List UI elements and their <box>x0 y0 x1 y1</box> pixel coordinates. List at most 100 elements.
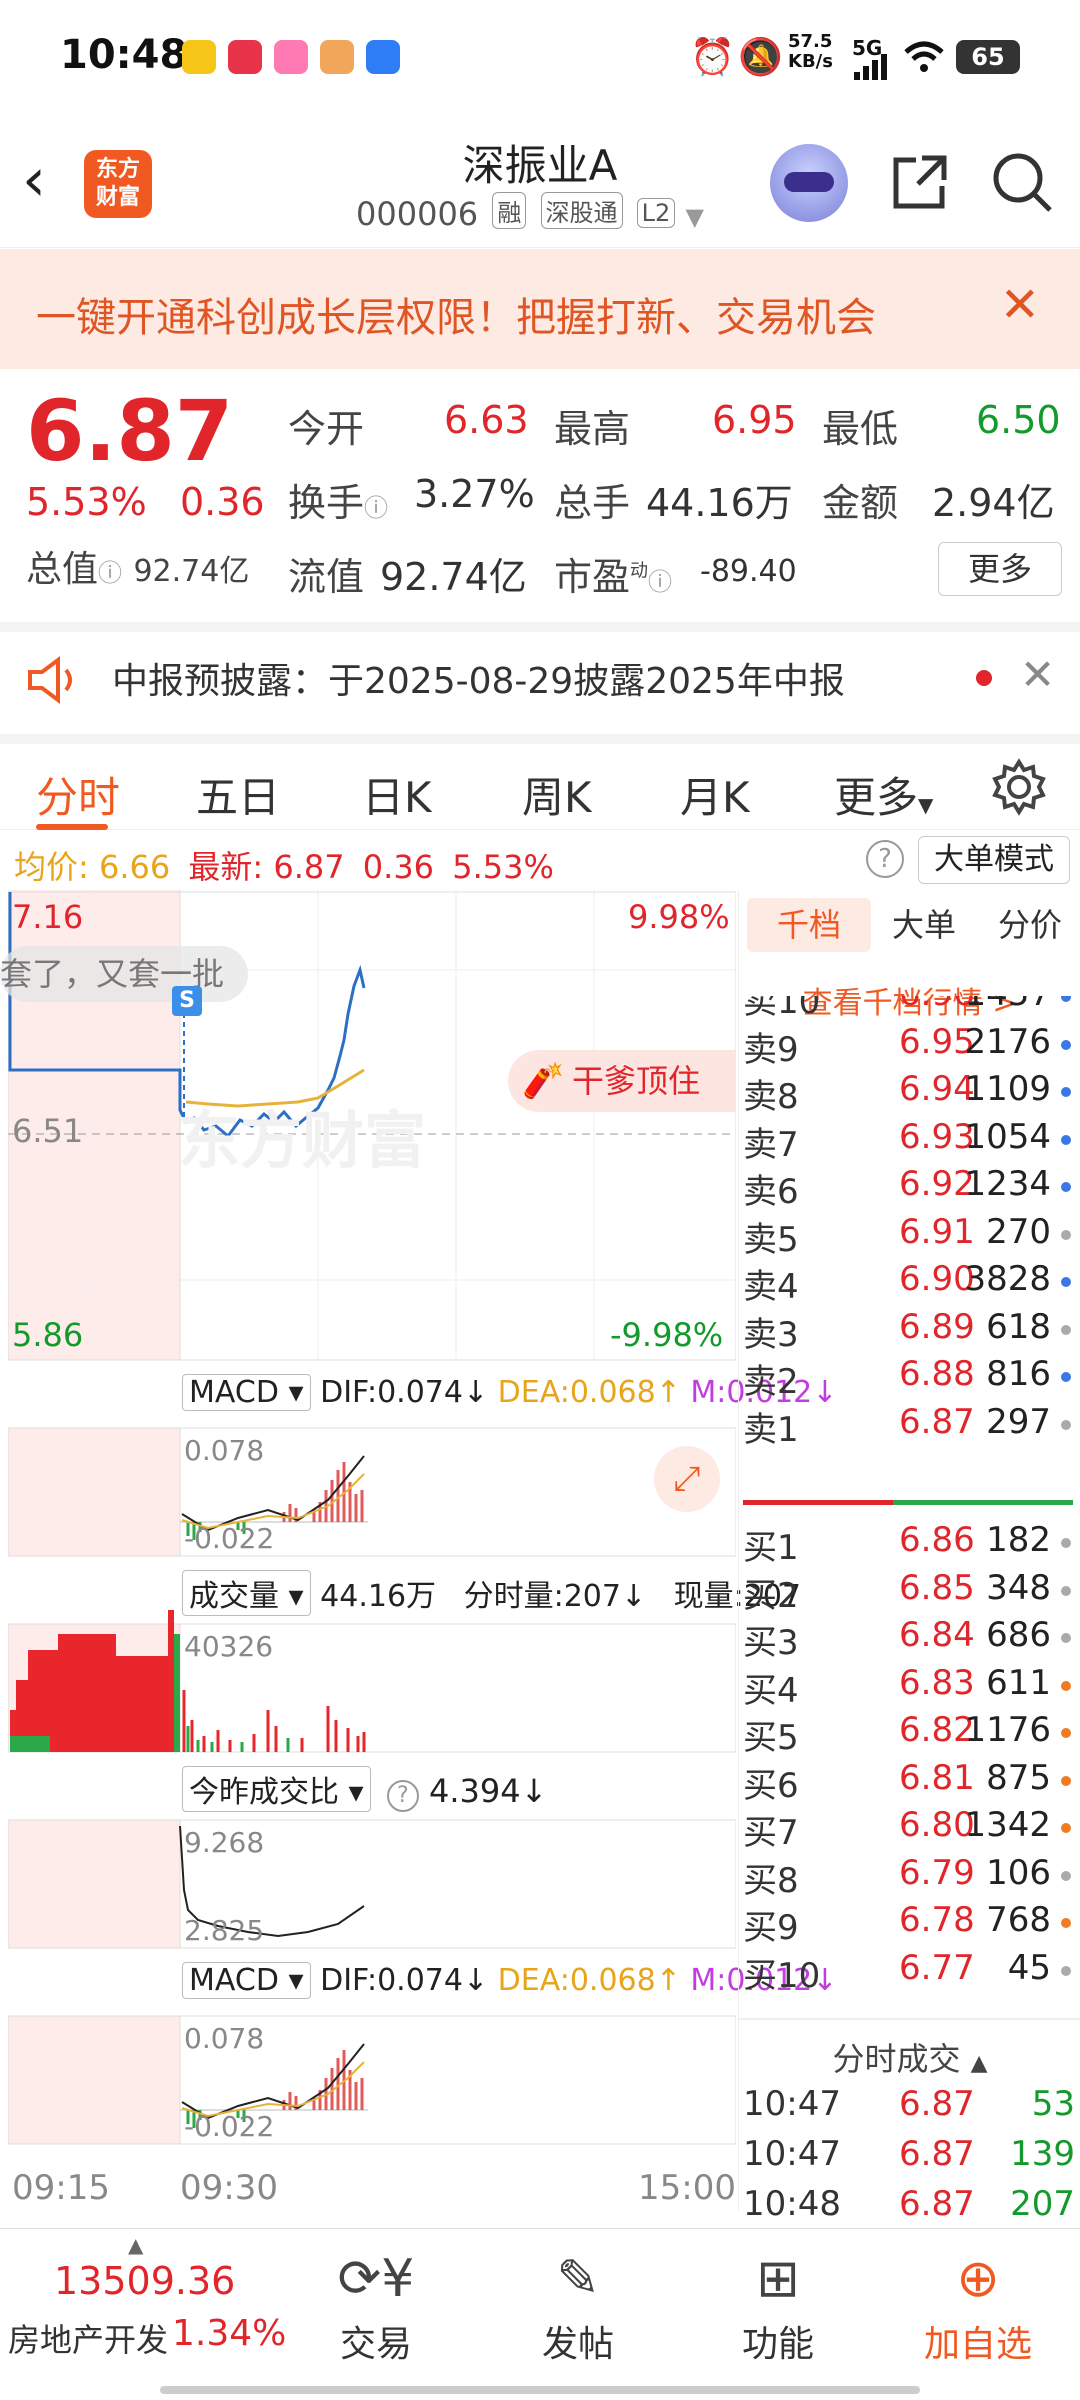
total-value[interactable]: 总值ⓘ 92.74亿 <box>26 540 249 592</box>
chevron-down-icon: ▼ <box>918 793 934 817</box>
order-level-row[interactable]: 买9 6.78 768 <box>739 1900 1080 1948</box>
firecracker-icon: 🧨 <box>522 1061 565 1101</box>
info-icon: ⓘ <box>648 568 673 596</box>
report-notice[interactable]: 中报预披露：于2025-08-29披露2025年中报 ✕ <box>0 622 1080 722</box>
unread-dot <box>976 670 992 686</box>
help-icon[interactable]: ? <box>866 840 904 878</box>
order-level-row[interactable]: 卖2 6.88 816 <box>739 1354 1080 1402</box>
order-dot-icon <box>1061 1229 1071 1240</box>
status-bar: 10:48 ⏰ 🔕 57.5 KB/s 5G 65 <box>0 0 1080 120</box>
promo-banner[interactable]: 一键开通科创成长层权限！把握打新、交易机会 ✕ <box>0 249 1080 369</box>
level-name: 买10 <box>743 1955 821 1996</box>
change-amount: 0.36 <box>180 480 265 524</box>
order-level-row[interactable]: 买4 6.83 611 <box>739 1663 1080 1711</box>
order-level-row[interactable]: 卖9 6.95 2176 <box>739 1022 1080 1070</box>
order-level-row[interactable]: 买2 6.85 348 <box>739 1568 1080 1616</box>
level-volume: 686 <box>986 1615 1051 1655</box>
home-indicator[interactable] <box>160 2386 920 2394</box>
share-icon[interactable] <box>888 150 952 214</box>
battery-icon: 65 <box>956 40 1020 74</box>
tab-daily-k[interactable]: 日K <box>362 764 432 825</box>
tab-weekly-k[interactable]: 周K <box>522 764 592 825</box>
tab-intraday[interactable]: 分时 <box>36 764 120 825</box>
order-level-row[interactable]: 买10 6.77 45 <box>739 1948 1080 1996</box>
order-level-row[interactable]: 卖1 6.87 297 <box>739 1402 1080 1450</box>
sell-marker[interactable]: S <box>172 986 202 1016</box>
order-dot-icon <box>1061 1419 1071 1430</box>
tab-five-day[interactable]: 五日 <box>196 764 280 825</box>
assistant-robot-icon[interactable] <box>770 144 848 222</box>
level-name: 卖10 <box>743 996 821 1022</box>
tab-price-distribution[interactable]: 分价 <box>975 898 1080 952</box>
order-level-row[interactable]: 买1 6.86 182 <box>739 1520 1080 1568</box>
nav-post[interactable]: ✎ 发帖 <box>498 2247 658 2367</box>
net-speed: 57.5 KB/s <box>788 31 833 72</box>
order-level-row[interactable]: 卖8 6.94 1109 <box>739 1069 1080 1117</box>
close-icon[interactable]: ✕ <box>1020 650 1055 699</box>
avg-latest-line: 均价: 6.66 最新: 6.87 0.36 5.53% <box>14 848 554 886</box>
low-label: 最低 <box>822 407 899 451</box>
order-level-row[interactable]: 卖7 6.93 1054 <box>739 1117 1080 1165</box>
order-level-row[interactable]: 卖6 6.92 1234 <box>739 1164 1080 1212</box>
macd2-selector[interactable]: MACD ▾ <box>182 1962 311 1999</box>
clock: 10:48 <box>60 32 188 78</box>
signal-icon <box>854 54 887 80</box>
macd-axis-bottom: -0.022 <box>184 1522 275 1555</box>
trade-time: 10:47 <box>743 2084 841 2124</box>
cloud-app-icon <box>366 40 400 74</box>
tab-monthly-k[interactable]: 月K <box>680 764 750 825</box>
intraday-chart[interactable]: 东方财富 7.16 6.51 5.86 9.98% -9.98% 套了，又套一批… <box>0 890 837 2210</box>
level-price: 6.95 <box>899 1021 975 1062</box>
volume-axis-top: 40326 <box>184 1630 274 1663</box>
add-circle-icon: ⊕ <box>956 2249 1000 2309</box>
macd-selector[interactable]: MACD ▾ <box>182 1374 311 1411</box>
bottom-bar: ▲ 13509.36 房地产开发 1.34% ⟳¥ 交易 ✎ 发帖 ⊞ 功能 ⊕… <box>0 2228 1080 2400</box>
settings-gear-icon[interactable] <box>990 758 1048 816</box>
macd-axis-top: 0.078 <box>184 1434 265 1467</box>
expand-icon[interactable]: ⤢ <box>654 1446 720 1512</box>
sector-index[interactable]: ▲ 13509.36 房地产开发 1.34% <box>0 2229 300 2389</box>
level-volume: 768 <box>986 1900 1051 1940</box>
banner-text: 一键开通科创成长层权限！把握打新、交易机会 <box>36 295 876 341</box>
order-level-row[interactable]: 卖10 6.961457 <box>739 996 1080 1022</box>
order-level-row[interactable]: 卖5 6.91 270 <box>739 1212 1080 1260</box>
big-order-mode-button[interactable]: 大单模式 <box>918 836 1070 884</box>
volume-selector[interactable]: 成交量 ▾ <box>182 1570 311 1616</box>
trades-list: 10:47 6.87 53 10:47 6.87 139 10:48 6.87 207 <box>739 2084 1080 2234</box>
order-level-row[interactable]: 买7 6.80 1342 <box>739 1805 1080 1853</box>
nav-functions[interactable]: ⊞ 功能 <box>698 2247 858 2367</box>
level-name: 买3 <box>743 1623 799 1663</box>
level-volume: 1457 <box>964 996 1051 1014</box>
high-value: 6.95 <box>712 398 797 442</box>
trades-header[interactable]: 分时成交 ▲ <box>739 2034 1080 2080</box>
open-value: 6.63 <box>444 398 529 442</box>
tab-thousand-levels[interactable]: 千档 <box>747 898 871 952</box>
alarm-icon: ⏰ <box>690 37 735 78</box>
promo-bubble[interactable]: 🧨 干爹顶住 <box>508 1050 736 1112</box>
nav-trade[interactable]: ⟳¥ 交易 <box>296 2247 456 2367</box>
search-icon[interactable] <box>990 150 1054 214</box>
tab-more[interactable]: 更多▼ <box>834 764 933 825</box>
chevron-up-icon: ▲ <box>970 2051 988 2076</box>
order-level-row[interactable]: 买3 6.84 686 <box>739 1615 1080 1663</box>
divider <box>739 2018 1080 2020</box>
order-level-row[interactable]: 买6 6.81 875 <box>739 1758 1080 1806</box>
chart-tabs: 分时 五日 日K 周K 月K 更多▼ <box>0 734 1080 830</box>
more-button[interactable]: 更多 <box>938 542 1062 596</box>
help-icon[interactable]: ? <box>386 1780 419 1812</box>
pe-label[interactable]: 市盈动ⓘ <box>554 546 672 601</box>
order-level-row[interactable]: 买8 6.79 106 <box>739 1853 1080 1901</box>
close-icon[interactable]: ✕ <box>1000 277 1040 333</box>
macd2-axis-bottom: -0.022 <box>184 2110 275 2143</box>
buy-levels: 买1 6.86 182 买2 6.85 348 买3 6.84 686 买4 6.83 611 买5 6.… <box>739 1520 1080 2020</box>
level-price: 6.93 <box>899 1116 975 1157</box>
danmu-comment[interactable]: 套了，又套一批 <box>0 946 249 1002</box>
order-level-row[interactable]: 买5 6.82 1176 <box>739 1710 1080 1758</box>
ratio-header: 今昨成交比 ▾ ? 4.394↓ <box>182 1766 547 1812</box>
order-level-row[interactable]: 卖4 6.90 3828 <box>739 1259 1080 1307</box>
nav-add-watchlist[interactable]: ⊕ 加自选 <box>898 2247 1058 2367</box>
ratio-selector[interactable]: 今昨成交比 ▾ <box>182 1766 371 1812</box>
stock-code-line[interactable]: 000006 融 深股通 L2 ▼ <box>356 192 704 233</box>
tab-big-orders[interactable]: 大单 <box>869 898 979 952</box>
order-level-row[interactable]: 卖3 6.89 618 <box>739 1307 1080 1355</box>
